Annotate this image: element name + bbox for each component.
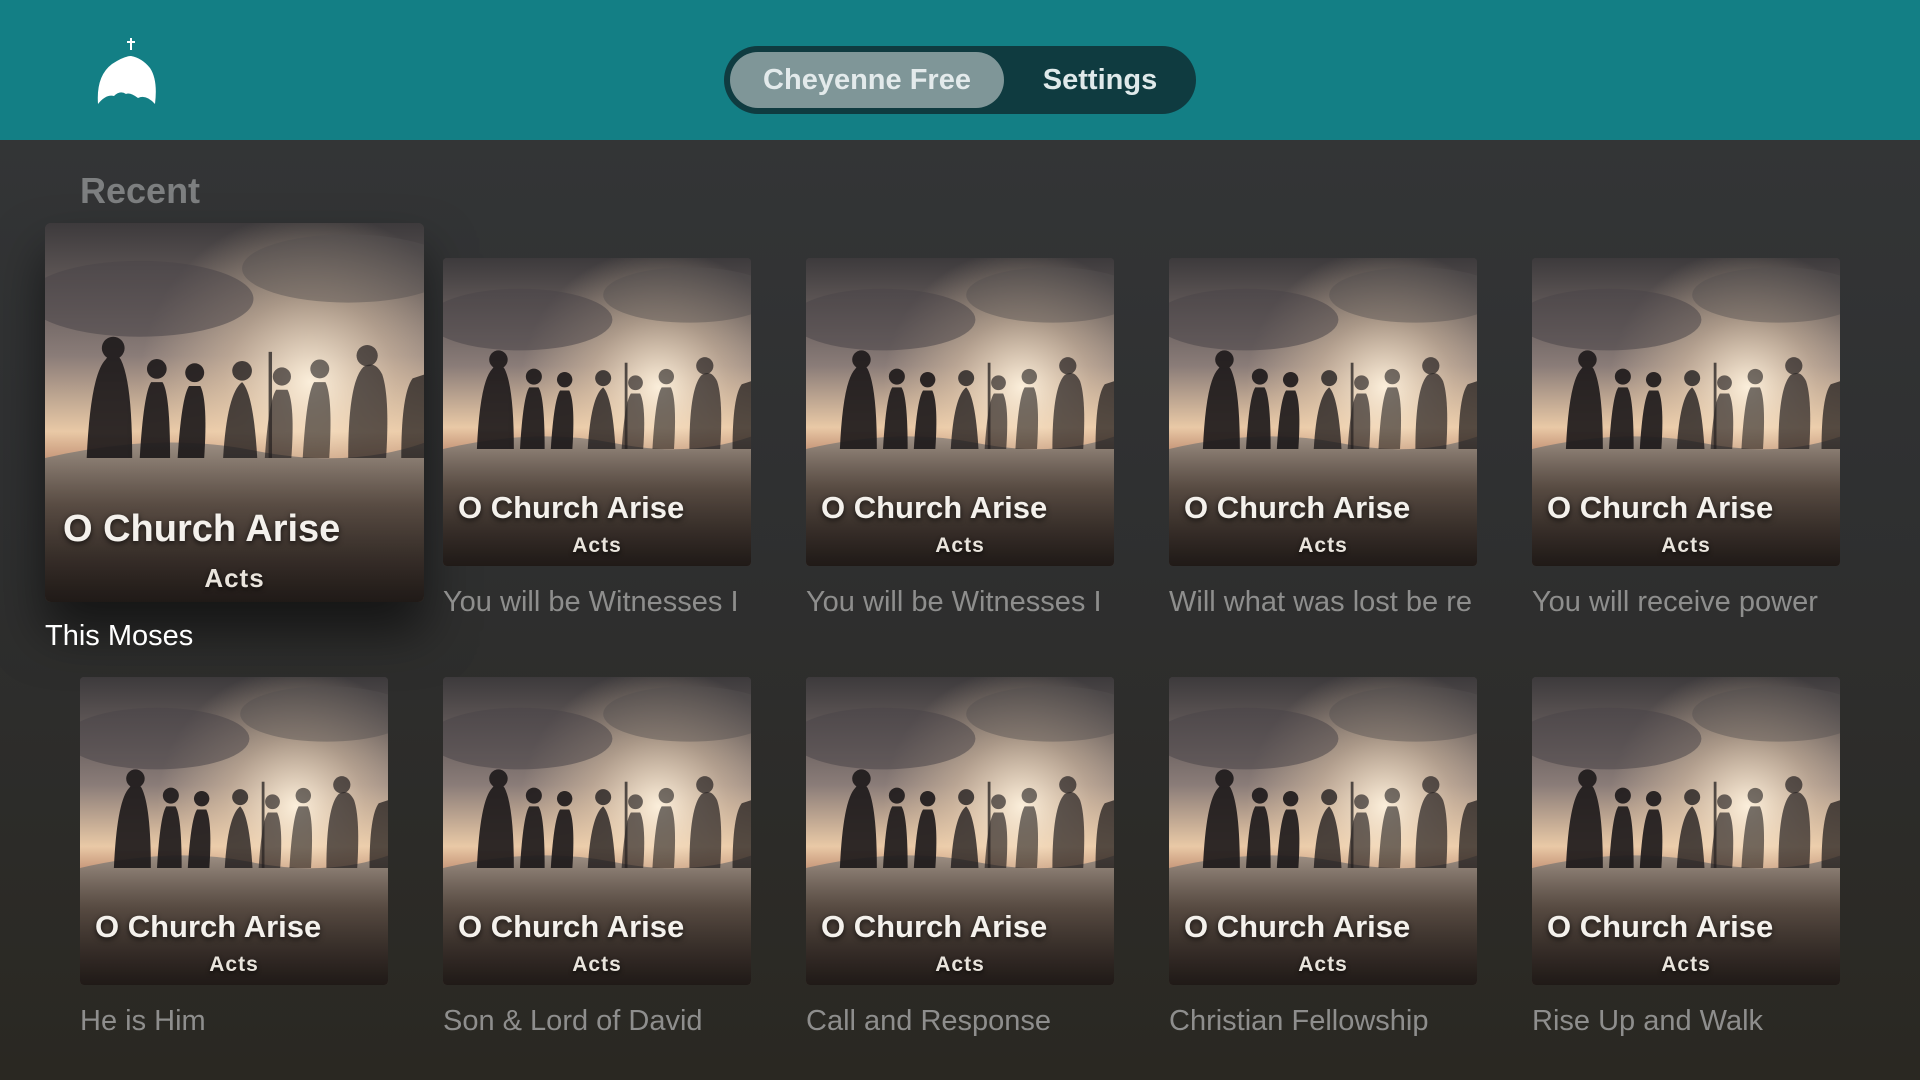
artwork-subtitle: Acts: [935, 953, 985, 976]
artwork-title: O Church Arise: [1547, 909, 1774, 944]
sermon-card[interactable]: O Church Arise Acts: [443, 258, 751, 566]
sermon-caption: Son & Lord of David: [443, 1005, 703, 1037]
artwork-subtitle: Acts: [204, 563, 265, 593]
sermon-caption: You will be Witnesses I: [806, 586, 1102, 618]
artwork-title: O Church Arise: [458, 909, 685, 944]
artwork-subtitle: Acts: [572, 534, 622, 557]
sermon-card[interactable]: O Church Arise Acts: [443, 677, 751, 985]
artwork-title: O Church Arise: [1184, 490, 1411, 525]
sermon-card[interactable]: O Church Arise Acts: [80, 677, 388, 985]
artwork-title: O Church Arise: [95, 909, 322, 944]
artwork-title: O Church Arise: [821, 490, 1048, 525]
sermon-card[interactable]: O Church Arise Acts: [1532, 677, 1840, 985]
tab-cheyenne-free[interactable]: Cheyenne Free: [730, 52, 1004, 108]
sermon-caption: This Moses: [45, 620, 194, 652]
artwork-subtitle: Acts: [1661, 534, 1711, 557]
sermon-caption: Rise Up and Walk: [1532, 1005, 1764, 1037]
artwork-subtitle: Acts: [209, 953, 259, 976]
tab-bar: Cheyenne Free Settings: [724, 46, 1196, 114]
artwork-title: O Church Arise: [821, 909, 1048, 944]
sermon-card[interactable]: O Church Arise Acts: [1532, 258, 1840, 566]
sermon-card[interactable]: O Church Arise Acts: [1169, 677, 1477, 985]
section-title: Recent: [80, 170, 201, 211]
artwork-title: O Church Arise: [63, 508, 341, 550]
sermon-caption: You will be Witnesses I: [443, 586, 739, 618]
artwork-subtitle: Acts: [935, 534, 985, 557]
sermon-caption: You will receive power: [1532, 586, 1818, 618]
church-dome-icon: [97, 38, 156, 104]
sermon-caption: Will what was lost be re: [1169, 586, 1472, 618]
artwork-title: O Church Arise: [458, 490, 685, 525]
artwork-title: O Church Arise: [1547, 490, 1774, 525]
sermon-caption: He is Him: [80, 1005, 206, 1037]
artwork-subtitle: Acts: [572, 953, 622, 976]
tab-settings[interactable]: Settings: [1020, 52, 1180, 108]
artwork-subtitle: Acts: [1661, 953, 1711, 976]
sermon-card[interactable]: O Church Arise Acts: [806, 677, 1114, 985]
sermon-caption: Call and Response: [806, 1005, 1052, 1037]
artwork-subtitle: Acts: [1298, 953, 1348, 976]
artwork-title: O Church Arise: [1184, 909, 1411, 944]
sermon-card[interactable]: O Church Arise Acts: [45, 223, 424, 602]
artwork-subtitle: Acts: [1298, 534, 1348, 557]
sermon-caption: Christian Fellowship: [1169, 1005, 1429, 1037]
sermon-card[interactable]: O Church Arise Acts: [1169, 258, 1477, 566]
top-navigation-bar: Cheyenne Free Settings: [0, 0, 1920, 140]
sermon-card[interactable]: O Church Arise Acts: [806, 258, 1114, 566]
